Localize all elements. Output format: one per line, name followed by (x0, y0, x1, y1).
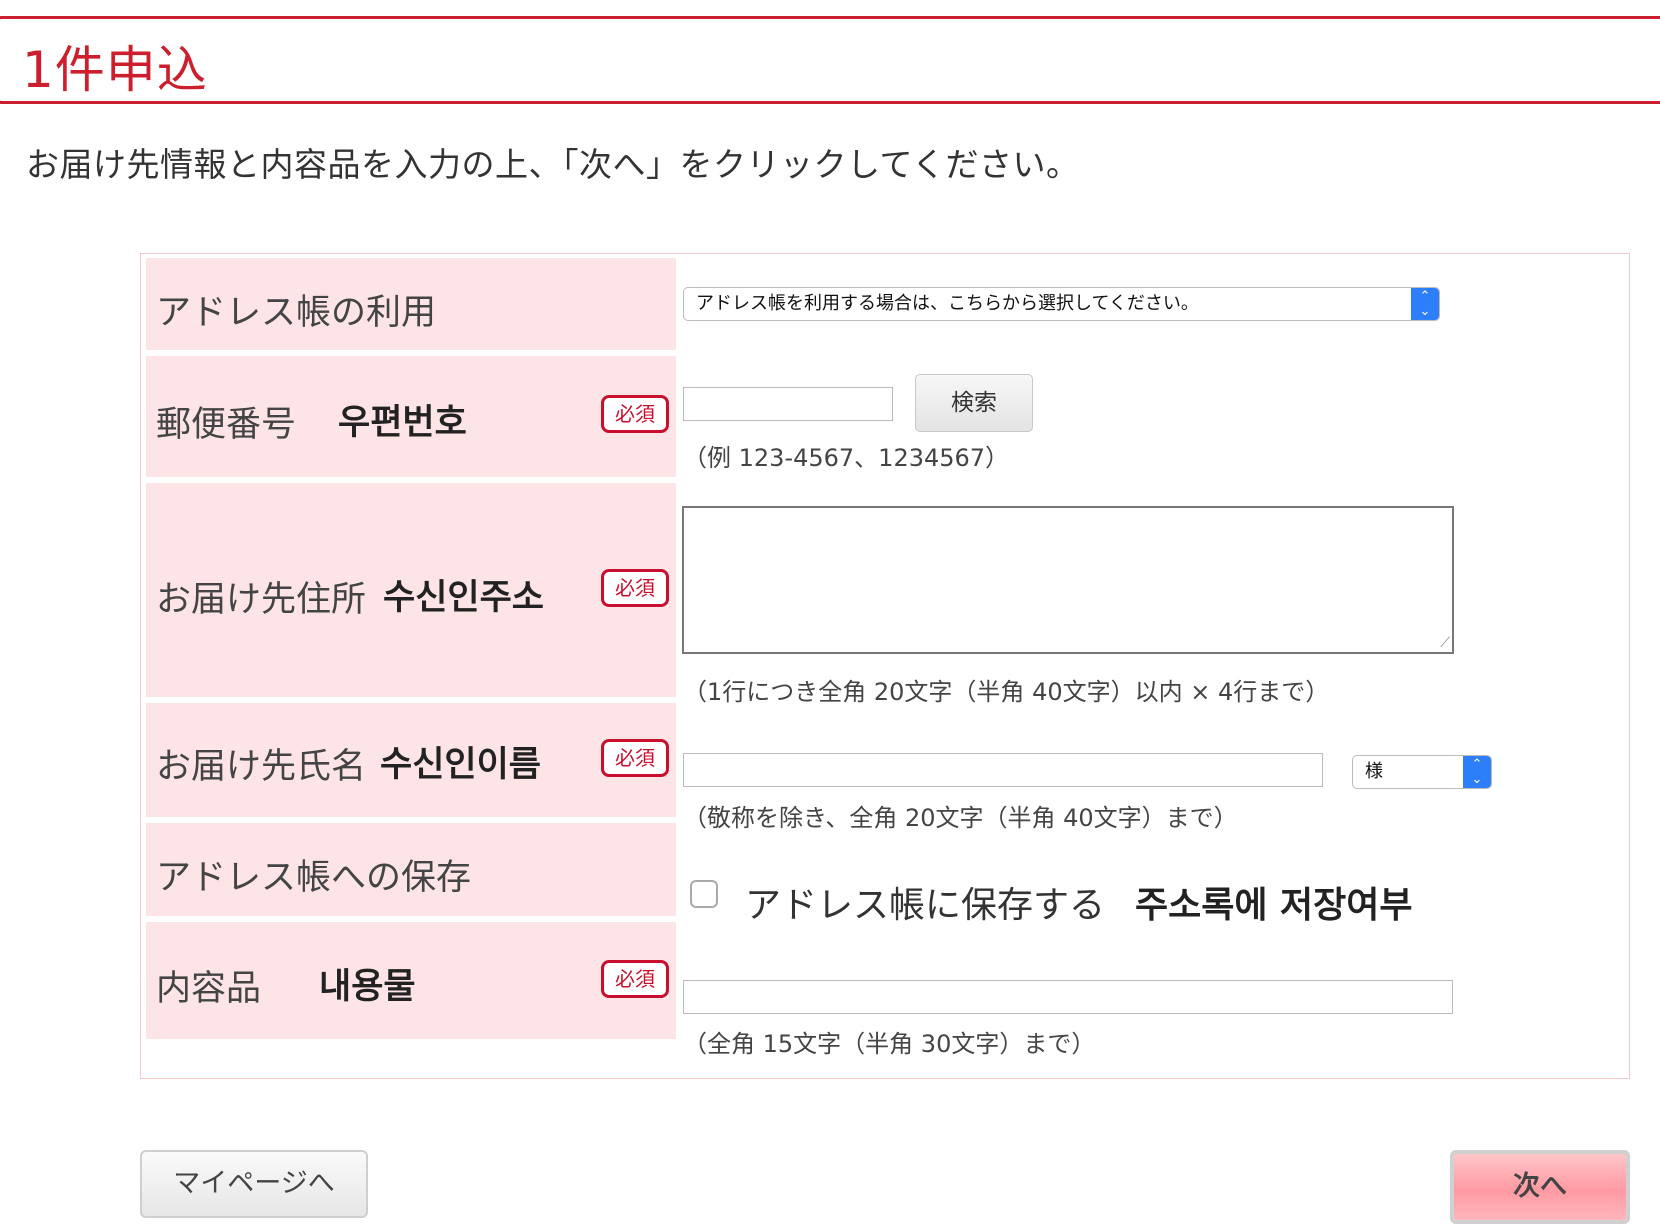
address-hint: （1行につき全角 20文字（半角 40文字）以内 × 4行まで） (683, 678, 1330, 706)
page-title: 1件申込 (22, 41, 208, 99)
chevron-up-down-icon: ⌃ ⌄ (1463, 756, 1491, 788)
postal-code-label-ko: 우편번호 (338, 403, 467, 443)
postal-code-label: 郵便番号 (156, 405, 297, 445)
address-book-select-value: アドレス帳を利用する場合は、こちらから選択してください。 (696, 293, 1199, 314)
resize-grip-icon[interactable]: ⟋ (1440, 636, 1450, 650)
name-label: お届け先氏名 (156, 747, 367, 787)
required-badge: 必須 (601, 960, 669, 998)
contents-hint: （全角 15文字（半角 30文字）まで） (683, 1030, 1096, 1058)
address-textarea[interactable]: ⟋ (682, 506, 1454, 654)
required-badge: 必須 (601, 569, 669, 607)
instruction-text: お届け先情報と内容品を入力の上、「次へ」をクリックしてください。 (26, 145, 1080, 184)
next-button[interactable]: 次へ (1450, 1150, 1630, 1224)
label-cell: 郵便番号 우편번호 必須 (146, 356, 676, 477)
label-cell: 内容品 내용물 必須 (146, 922, 676, 1039)
required-badge: 必須 (601, 739, 669, 777)
address-book-select[interactable]: アドレス帳を利用する場合は、こちらから選択してください。 ⌃ ⌄ (683, 287, 1440, 321)
address-book-label: アドレス帳の利用 (156, 293, 437, 333)
contents-label-ko: 내용물 (319, 967, 416, 1007)
name-hint: （敬称を除き、全角 20文字（半角 40文字）まで） (683, 804, 1238, 832)
honorific-select-value: 様 (1365, 761, 1383, 782)
label-cell: アドレス帳の利用 (146, 258, 676, 350)
chevron-up-down-icon: ⌃ ⌄ (1411, 288, 1439, 320)
postal-code-hint: （例 123-4567、1234567） (683, 444, 1010, 472)
address-label-ko: 수신인주소 (383, 578, 545, 618)
search-button[interactable]: 検索 (915, 374, 1033, 432)
save-address-book-label: アドレス帳への保存 (156, 858, 472, 898)
contents-input[interactable] (683, 980, 1453, 1014)
save-address-book-checkbox[interactable] (690, 880, 718, 908)
label-cell: お届け先氏名 수신인이름 必須 (146, 703, 676, 817)
honorific-select[interactable]: 様 ⌃ ⌄ (1352, 755, 1492, 789)
address-label: お届け先住所 (156, 580, 367, 620)
page-title-box (0, 16, 1660, 104)
save-address-book-checkbox-label-ko: 주소록에 저장여부 (1135, 885, 1413, 926)
name-label-ko: 수신인이름 (380, 745, 542, 785)
save-address-book-checkbox-label[interactable]: アドレス帳に保存する (745, 876, 1105, 928)
name-input[interactable] (683, 753, 1323, 787)
application-form: アドレス帳の利用 郵便番号 우편번호 必須 お届け先住所 수신인주소 必須 お届… (140, 253, 1630, 1079)
mypage-button[interactable]: マイページへ (140, 1150, 368, 1218)
label-cell: アドレス帳への保存 (146, 823, 676, 916)
postal-code-input[interactable] (683, 387, 893, 421)
label-cell: お届け先住所 수신인주소 必須 (146, 483, 676, 697)
contents-label: 内容品 (156, 969, 262, 1009)
required-badge: 必須 (601, 395, 669, 433)
